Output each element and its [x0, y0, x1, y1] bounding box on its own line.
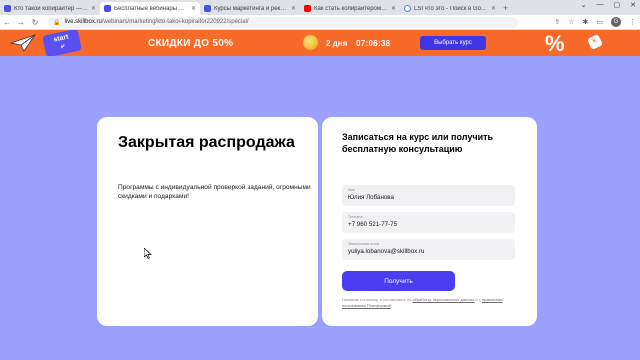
name-field-value[interactable]: Юлия Лобанова	[348, 193, 515, 202]
days-left: 2 дня	[326, 39, 348, 48]
legal-middle: и с	[474, 297, 482, 302]
form-heading: Записаться на курс или получить бесплатн…	[342, 132, 494, 154]
submit-button[interactable]: Получить	[342, 271, 455, 291]
choose-course-button[interactable]: Выбрать курс	[420, 36, 486, 50]
mouse-cursor-icon	[144, 248, 152, 259]
arrow-icon: ⤶	[60, 42, 66, 51]
email-field-value[interactable]: yuliya.lobanova@skillbox.ru	[348, 247, 515, 256]
youtube-icon	[304, 5, 311, 12]
close-promo-icon[interactable]: ✕	[587, 34, 603, 50]
start-badge: start ⤶	[42, 30, 82, 56]
signup-form-card: Записаться на курс или получить бесплатн…	[322, 117, 537, 326]
minimize-icon[interactable]: —	[597, 1, 604, 9]
sale-description: Программы с индивидуальной проверкой зад…	[118, 184, 311, 200]
close-tab-icon[interactable]: ✕	[391, 5, 396, 12]
close-tab-icon[interactable]: ✕	[491, 5, 496, 12]
lock-icon[interactable]: 🔒	[53, 19, 60, 26]
tab-title: Как стать копирайтером с нуля...	[314, 5, 388, 12]
percent-icon: %	[545, 31, 565, 56]
new-tab-button[interactable]: +	[503, 2, 508, 15]
legal-notice: Нажимая на кнопку, я соглашаюсь на обраб…	[342, 297, 527, 309]
skillbox-icon	[104, 5, 111, 12]
close-tab-icon[interactable]: ✕	[91, 5, 96, 12]
window-controls: ⌄ — ▢ ✕	[581, 1, 636, 9]
close-tab-icon[interactable]: ✕	[291, 5, 296, 12]
close-tab-icon[interactable]: ✕	[191, 5, 196, 12]
tab-title: LSI что это - Поиск в Google	[414, 5, 488, 12]
profile-avatar[interactable]: G	[611, 17, 621, 27]
url-path: /webinars/marketing/kto-takoi-kopiraitor…	[101, 19, 249, 25]
email-field[interactable]: Электронная почта yuliya.lobanova@skillb…	[342, 239, 515, 260]
bookmark-star-icon[interactable]: ☆	[568, 18, 574, 26]
tab-title: Курсы маркетинга и рекламы ...	[214, 5, 288, 12]
sale-text: СКИДКИ ДО 50%	[148, 38, 234, 49]
tab-search-icon[interactable]: ⌄	[581, 1, 587, 9]
tab-3[interactable]: Курсы маркетинга и рекламы ... ✕	[200, 2, 300, 15]
countdown-timer: 07:06:38	[356, 39, 391, 48]
google-icon	[404, 5, 411, 12]
coin-icon	[303, 35, 318, 50]
tab-2[interactable]: Бесплатные вебинары и курсы... ✕	[100, 2, 200, 15]
sale-card: Закрытая распродажа Программы с индивиду…	[97, 117, 318, 326]
tab-1[interactable]: Кто такой копирайтер — бесп... ✕	[0, 2, 100, 15]
maximize-icon[interactable]: ▢	[614, 1, 621, 9]
phone-field[interactable]: Телефон +7 960 521-77-75	[342, 212, 515, 233]
share-icon[interactable]: ⇪	[554, 18, 560, 26]
paper-plane-icon	[10, 34, 36, 52]
toolbar-actions: ⇪ ☆ ✱ ▭ G ⋮	[554, 17, 636, 27]
tab-4[interactable]: Как стать копирайтером с нуля... ✕	[300, 2, 400, 15]
tab-5[interactable]: LSI что это - Поиск в Google ✕	[400, 2, 500, 15]
name-field[interactable]: Имя Юлия Лобанова	[342, 185, 515, 206]
personal-data-link[interactable]: обработку персональных данных	[412, 297, 474, 302]
tab-title: Кто такой копирайтер — бесп...	[14, 5, 88, 12]
sidebar-icon[interactable]: ▭	[596, 18, 603, 26]
phone-field-value[interactable]: +7 960 521-77-75	[348, 220, 515, 229]
back-icon[interactable]: ←	[0, 18, 14, 27]
skillbox-icon	[4, 5, 11, 12]
reload-icon[interactable]: ↻	[28, 18, 42, 27]
extensions-icon[interactable]: ✱	[583, 18, 589, 26]
legal-prefix: Нажимая на кнопку, я соглашаюсь на	[342, 297, 413, 302]
forward-icon[interactable]: →	[14, 18, 28, 27]
browser-tab-strip: Кто такой копирайтер — бесп... ✕ Бесплат…	[0, 0, 640, 15]
url-host: live.skillbox.ru	[64, 19, 102, 25]
sale-title: Закрытая распродажа	[118, 134, 295, 151]
close-window-icon[interactable]: ✕	[630, 1, 636, 9]
promo-banner[interactable]: start ⤶ СКИДКИ ДО 50% 2 дня 07:06:38 Выб…	[0, 30, 640, 56]
skillbox-icon	[204, 5, 211, 12]
address-bar[interactable]: 🔒 live.skillbox.ru/webinars/marketing/kt…	[48, 16, 518, 28]
browser-toolbar: ← → ↻ 🔒 live.skillbox.ru/webinars/market…	[0, 15, 640, 30]
menu-icon[interactable]: ⋮	[629, 18, 636, 26]
tab-title: Бесплатные вебинары и курсы...	[114, 5, 188, 12]
